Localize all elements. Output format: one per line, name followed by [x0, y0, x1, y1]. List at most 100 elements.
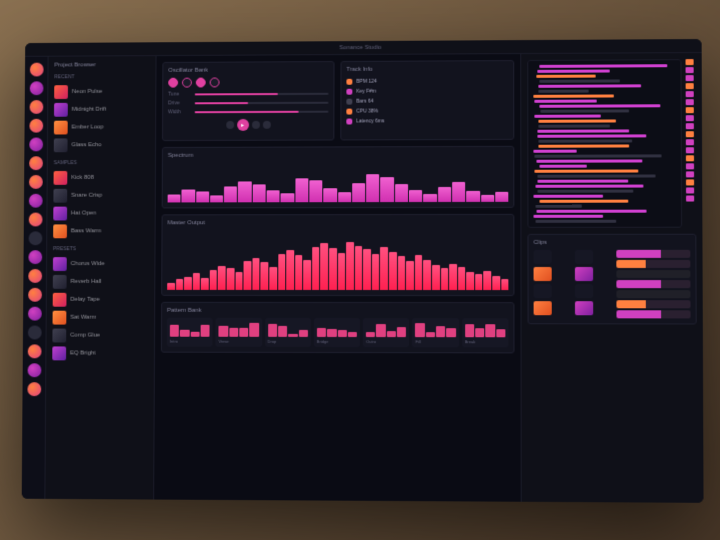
wave-icon[interactable] [29, 100, 43, 114]
clip-chip[interactable] [616, 270, 691, 278]
add-icon[interactable] [28, 231, 42, 245]
console-line [540, 200, 629, 203]
marker-block[interactable] [686, 179, 694, 185]
chart-bar [415, 255, 423, 290]
clip-chip[interactable] [616, 310, 691, 318]
user-icon[interactable] [28, 194, 42, 208]
clip-cell[interactable] [534, 250, 552, 264]
chart-bar [395, 184, 408, 202]
add-icon[interactable] [27, 363, 41, 377]
pattern-card[interactable]: Intro [167, 318, 213, 347]
sidebar-item[interactable]: Midnight Drift [52, 101, 151, 119]
app-body: Project Browser RecentNeon PulseMidnight… [22, 53, 704, 503]
console-line [536, 220, 617, 223]
marker-block[interactable] [686, 163, 694, 169]
add-icon[interactable] [27, 344, 41, 358]
marker-block[interactable] [686, 67, 694, 73]
chart-bar [423, 194, 436, 202]
pattern-card[interactable]: Bridge [314, 318, 360, 347]
knob-icon[interactable] [210, 77, 220, 87]
sidebar-item[interactable]: Glass Echo [52, 136, 151, 154]
clip-chip[interactable] [616, 300, 691, 308]
clip-chip[interactable] [616, 290, 691, 298]
marker-block[interactable] [686, 131, 694, 137]
marker-block[interactable] [686, 83, 694, 89]
clip-cell[interactable] [575, 250, 593, 264]
cloud-icon[interactable] [29, 156, 43, 170]
sidebar-item[interactable]: Snare Crisp [51, 187, 150, 205]
mix-icon[interactable] [29, 119, 43, 133]
clip-cell[interactable] [534, 284, 552, 298]
marker-block[interactable] [686, 91, 694, 97]
marker-block[interactable] [686, 99, 694, 105]
sidebar-item[interactable]: Delay Tape [51, 291, 151, 309]
console-line [538, 134, 646, 137]
app-window: Sonance Studio Project Browser RecentNeo… [22, 39, 704, 503]
add-icon[interactable] [28, 269, 42, 283]
home-icon[interactable] [29, 63, 43, 77]
transport-controls: ▸ [168, 119, 328, 132]
marker-block[interactable] [686, 155, 694, 161]
pattern-card[interactable]: Fill [412, 318, 458, 347]
console-panel[interactable] [527, 59, 682, 228]
console-line [535, 185, 643, 188]
slider-label: Drive [168, 100, 192, 106]
clip-cell[interactable] [534, 301, 552, 315]
marker-block[interactable] [686, 59, 694, 65]
marker-block[interactable] [686, 187, 694, 193]
knob-icon[interactable] [168, 78, 178, 88]
pattern-card[interactable]: Outro [363, 318, 409, 347]
knob-icon[interactable] [196, 78, 206, 88]
clip-cell[interactable] [575, 284, 593, 298]
add-icon[interactable] [28, 213, 42, 227]
slider[interactable]: Width [168, 109, 328, 116]
console-line [537, 75, 596, 78]
next-button[interactable] [251, 121, 259, 129]
prev-button[interactable] [226, 121, 234, 129]
add-icon[interactable] [27, 382, 41, 396]
marker-block[interactable] [686, 195, 694, 201]
clip-cell[interactable] [534, 267, 552, 281]
sidebar-item[interactable]: Hat Open [51, 204, 151, 222]
slider[interactable]: Tune [168, 91, 328, 98]
marker-block[interactable] [686, 115, 694, 121]
info-label: Latency 6ms [356, 118, 384, 124]
thumb-icon [52, 346, 66, 360]
sidebar-item[interactable]: Neon Pulse [52, 83, 151, 101]
console-line [539, 144, 629, 147]
marker-block[interactable] [686, 107, 694, 113]
knob-icon[interactable] [182, 78, 192, 88]
clip-chip[interactable] [616, 260, 691, 268]
sidebar-item[interactable]: Bass Warm [51, 222, 151, 240]
add-icon[interactable] [27, 326, 41, 340]
add-icon[interactable] [27, 307, 41, 321]
sidebar-item[interactable]: Chorus Wide [51, 255, 151, 273]
sidebar-item[interactable]: Reverb Hall [51, 273, 151, 291]
marker-block[interactable] [686, 147, 694, 153]
marker-block[interactable] [686, 123, 694, 129]
clip-cell[interactable] [575, 267, 593, 281]
marker-block[interactable] [686, 171, 694, 177]
sidebar-item[interactable]: EQ Bright [50, 344, 150, 362]
sidebar-item[interactable]: Comp Glue [50, 327, 150, 345]
play-button[interactable]: ▸ [237, 119, 249, 131]
sidebar-item[interactable]: Sat Warm [51, 309, 151, 327]
library-icon[interactable] [29, 81, 43, 95]
add-icon[interactable] [28, 250, 42, 264]
sidebar-item[interactable]: Ember Loop [52, 118, 151, 136]
marker-block[interactable] [686, 75, 694, 81]
sidebar-item[interactable]: Kick 808 [52, 169, 151, 187]
pattern-card[interactable]: Verse [216, 318, 262, 347]
clip-chip[interactable] [616, 250, 691, 258]
sidebar-item-label: Chorus Wide [71, 261, 105, 267]
pattern-card[interactable]: Drop [265, 318, 311, 347]
pattern-card[interactable]: Break [462, 318, 509, 347]
marker-block[interactable] [686, 139, 694, 145]
fx-icon[interactable] [29, 138, 43, 152]
add-icon[interactable] [28, 288, 42, 302]
slider[interactable]: Drive [168, 100, 328, 107]
clip-chip[interactable] [616, 280, 691, 288]
stop-button[interactable] [262, 121, 270, 129]
plug-icon[interactable] [28, 175, 42, 189]
clip-cell[interactable] [575, 301, 593, 315]
